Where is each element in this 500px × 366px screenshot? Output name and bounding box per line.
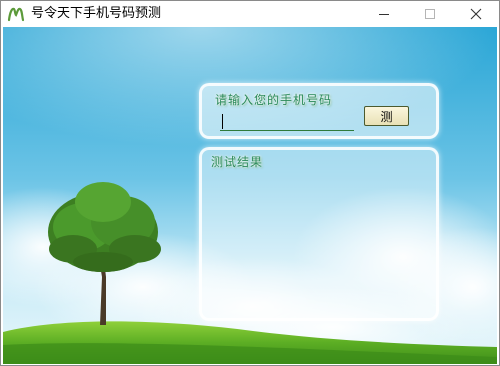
close-button[interactable]: [453, 1, 499, 27]
maximize-button[interactable]: [407, 1, 453, 27]
text-caret: [222, 114, 223, 129]
minimize-button[interactable]: [361, 1, 407, 27]
app-logo-icon: [7, 7, 25, 22]
phone-number-input[interactable]: [220, 113, 354, 131]
title-bar[interactable]: 号令天下手机号码预测: [1, 1, 499, 27]
test-button[interactable]: 测: [364, 106, 409, 126]
result-label: 测试结果: [211, 155, 264, 169]
phone-prompt-label: 请输入您的手机号码: [215, 93, 333, 107]
app-window: 号令天下手机号码预测 请输入您的手机号码 测 测试结果: [0, 0, 500, 366]
window-title: 号令天下手机号码预测: [31, 6, 162, 21]
minimize-icon: [379, 14, 389, 15]
maximize-icon: [425, 9, 435, 19]
result-panel: [199, 147, 439, 321]
close-icon: [470, 8, 482, 20]
